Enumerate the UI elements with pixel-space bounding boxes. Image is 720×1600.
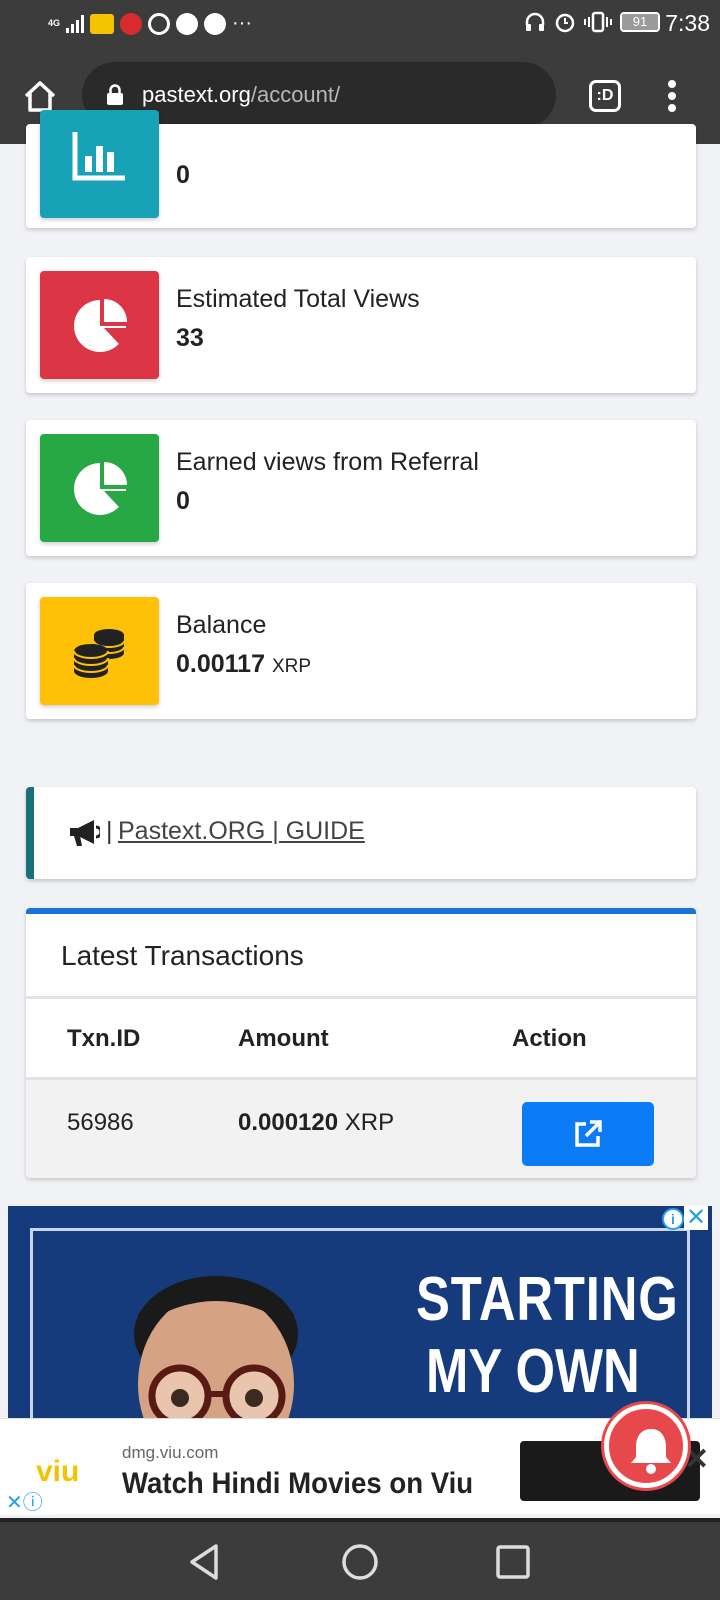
notification-bell-button[interactable] [604,1404,688,1488]
back-icon[interactable] [186,1542,222,1582]
ad-banner[interactable]: STARTING MY OWN i ✕ [8,1206,712,1418]
alarm-notification-icon [148,12,171,35]
guide-separator: | [106,817,113,845]
messenger-icon [204,12,227,35]
battery-indicator: 91 [620,12,660,32]
ad-person-image [134,1276,298,1418]
external-link-icon [575,1120,602,1147]
ad-domain: dmg.viu.com [122,1443,219,1462]
more-notifications-icon: ··· [232,12,252,34]
bar-chart-icon [72,132,125,181]
stat-value: 33 [176,324,204,352]
url-path: /account/ [250,82,341,107]
stat-card-total-views: Estimated Total Views 33 [26,257,696,393]
signal-icon [66,14,85,33]
status-left: 4G ··· [48,12,252,35]
balance-unit: XRP [271,656,312,677]
bell-icon [631,1429,671,1474]
clock: 7:38 [665,10,710,36]
stat-tile [40,434,159,542]
stat-card-total: 0 [26,110,696,228]
stat-card-referral-views: Earned views from Referral 0 [26,420,696,556]
system-nav-bar [0,1518,720,1600]
open-transaction-button[interactable] [522,1102,654,1166]
amount-unit: XRP [344,1109,395,1136]
status-right: 91 [524,11,660,33]
amount-cell: 0.000120 XRP [238,1109,394,1137]
column-header-amount: Amount [238,1025,329,1052]
stat-label: Estimated Total Views [176,285,420,313]
column-header-action: Action [512,1025,587,1052]
transactions-title: Latest Transactions [61,940,304,971]
lock-icon [107,84,123,105]
ad-dismiss-icon[interactable]: ✕ [684,1445,714,1475]
tab-switcher-button[interactable]: :D [589,80,621,112]
viu-logo: viu [36,1455,80,1488]
ad-headline-line1: STARTING [416,1265,679,1334]
amount-value: 0.000120 [238,1109,339,1136]
column-header-txn-id: Txn.ID [67,1025,141,1052]
guide-callout: | Pastext.ORG | GUIDE [26,787,696,879]
vibrate-icon [584,11,612,33]
recents-icon[interactable] [494,1542,532,1582]
stat-label: Balance [176,611,267,639]
adchoices-icon[interactable]: ✕ⓘ [0,1491,54,1515]
stat-value: 0.00117 XRP [176,650,311,679]
stat-value: 0 [176,487,190,515]
messenger-icon [176,12,199,35]
headphones-icon [525,12,545,31]
ad-info-icon[interactable]: i [662,1208,684,1230]
table-header: Txn.ID Amount Action [26,996,696,1080]
megaphone-icon [70,820,100,846]
stat-tile [40,110,159,218]
txn-id-cell: 56986 [67,1109,134,1136]
url-text[interactable]: pastext.org/account/ [142,82,340,108]
alarm-icon [555,13,575,33]
balance-amount: 0.00117 [176,650,265,678]
stat-label: Earned views from Referral [176,448,479,476]
stat-value: 0 [176,161,190,189]
app-notification-icon [120,12,143,35]
stat-tile [40,597,159,705]
stat-card-balance: Balance 0.00117 XRP [26,583,696,719]
overflow-menu-icon[interactable] [666,78,678,114]
coins-icon [73,629,125,678]
table-row: 56986 0.000120 XRP [26,1080,696,1178]
ad-headline-line2: MY OWN [426,1337,640,1406]
home-icon[interactable] [22,78,58,114]
status-bar: 4G ··· 91 7:38 [0,0,720,48]
pie-chart-icon [74,299,127,352]
stat-tile [40,271,159,379]
ad-close-icon[interactable]: ✕ [684,1206,708,1230]
home-nav-icon[interactable] [340,1542,380,1582]
url-host: pastext.org [142,82,251,107]
guide-link[interactable]: Pastext.ORG | GUIDE [118,817,365,846]
app-notification-icon [90,13,115,34]
network-indicator: 4G [48,18,61,28]
transactions-card: Latest Transactions Txn.ID Amount Action… [26,908,696,1178]
ad-headline: Watch Hindi Movies on Viu [122,1467,474,1500]
pie-chart-icon [74,462,127,515]
